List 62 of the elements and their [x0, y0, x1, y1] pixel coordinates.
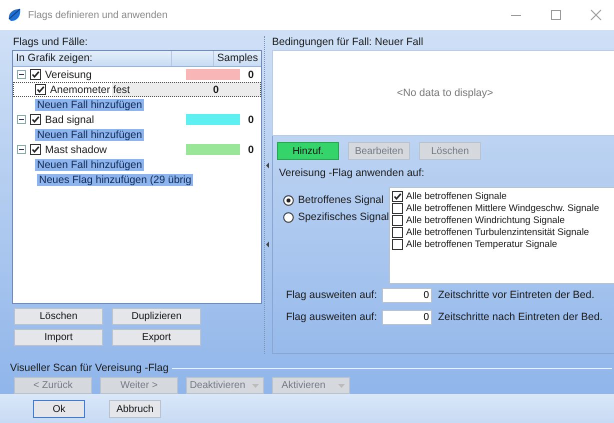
- checkbox[interactable]: [392, 202, 403, 214]
- flag-name[interactable]: Bad signal: [45, 114, 171, 126]
- field-label: Flag ausweiten auf:: [284, 289, 377, 301]
- close-icon[interactable]: [590, 9, 602, 21]
- collapse-arrow-icon[interactable]: [265, 241, 270, 248]
- collapse-arrow-icon[interactable]: [265, 162, 270, 169]
- checkbox[interactable]: [35, 84, 46, 95]
- action-button[interactable]: Export: [112, 329, 201, 346]
- action-button[interactable]: Hinzuf.: [277, 142, 339, 160]
- tree-row[interactable]: Anemometer fest 0: [13, 82, 261, 97]
- flag-name[interactable]: Vereisung: [45, 68, 171, 80]
- sample-count: 0: [248, 114, 254, 126]
- panel-title: Bedingungen für Fall: Neuer Fall: [272, 36, 424, 50]
- radio-option[interactable]: Spezifisches Signal: [283, 211, 389, 223]
- checkbox[interactable]: [392, 190, 403, 202]
- caret-icon: [252, 384, 259, 388]
- collapse-icon[interactable]: [17, 145, 26, 154]
- number-field[interactable]: 0: [382, 288, 432, 302]
- sample-count: 0: [248, 68, 254, 80]
- field-label: Zeitschritte vor Eintreten der Bed.: [438, 289, 594, 301]
- caret-icon: [338, 384, 345, 388]
- section-label: Visueller Scan für Vereisung -Flag: [10, 362, 169, 374]
- sample-count: 0: [248, 144, 254, 156]
- maximize-icon[interactable]: [550, 9, 562, 21]
- number-field[interactable]: 0: [382, 310, 432, 324]
- radio-option[interactable]: Betroffenes Signal: [283, 194, 389, 206]
- signal-option[interactable]: Alle betroffenen Turbulenzintensität Signale: [406, 226, 590, 238]
- sample-count: 0: [213, 84, 219, 96]
- field-label: Zeitschritte nach Eintreten der Bed.: [438, 311, 603, 323]
- checkbox[interactable]: [30, 114, 41, 125]
- add-case-item[interactable]: Neuen Fall hinzufügen: [35, 158, 144, 170]
- signal-option[interactable]: Alle betroffenen Temperatur Signale: [406, 238, 558, 250]
- app-icon: [6, 7, 22, 23]
- field-label: Flag ausweiten auf:: [284, 311, 377, 323]
- column-header[interactable]: In Grafik zeigen:: [13, 51, 172, 66]
- case-name[interactable]: Anemometer fest: [50, 84, 205, 96]
- action-button[interactable]: Import: [14, 329, 103, 346]
- collapse-icon[interactable]: [17, 115, 26, 124]
- panel-title: Flags und Fälle:: [12, 36, 89, 50]
- add-case-item[interactable]: Neuen Fall hinzufügen: [35, 98, 144, 110]
- checkbox[interactable]: [392, 226, 403, 238]
- radio-selected-icon[interactable]: [283, 194, 294, 206]
- add-flag-item[interactable]: Neues Flag hinzufügen (29 übrig: [37, 174, 194, 186]
- signal-option[interactable]: Alle betroffenen Signale: [406, 190, 507, 202]
- window-title: Flags definieren und anwenden: [28, 10, 168, 20]
- empty-message: <No data to display>: [396, 87, 494, 99]
- action-button[interactable]: Löschen: [14, 308, 103, 325]
- add-case-item[interactable]: Neuen Fall hinzufügen: [35, 128, 144, 140]
- checkbox[interactable]: [392, 214, 403, 226]
- checkbox[interactable]: [30, 144, 41, 155]
- flag-name[interactable]: Mast shadow: [45, 144, 171, 156]
- collapse-icon[interactable]: [17, 70, 26, 79]
- column-header[interactable]: Samples: [214, 51, 261, 66]
- section-label: Vereisung -Flag anwenden auf:: [279, 167, 426, 179]
- action-button[interactable]: Duplizieren: [112, 308, 201, 325]
- checkbox[interactable]: [30, 69, 41, 80]
- dialog-button[interactable]: Abbruch: [109, 400, 161, 418]
- radio-empty-icon[interactable]: [283, 212, 294, 222]
- signal-option[interactable]: Alle betroffenen Mittlere Windgeschw. Signale: [406, 202, 600, 214]
- checkbox[interactable]: [392, 238, 403, 250]
- signal-option[interactable]: Alle betroffenen Windrichtung Signale: [406, 214, 565, 226]
- dialog-button[interactable]: Ok: [33, 400, 85, 418]
